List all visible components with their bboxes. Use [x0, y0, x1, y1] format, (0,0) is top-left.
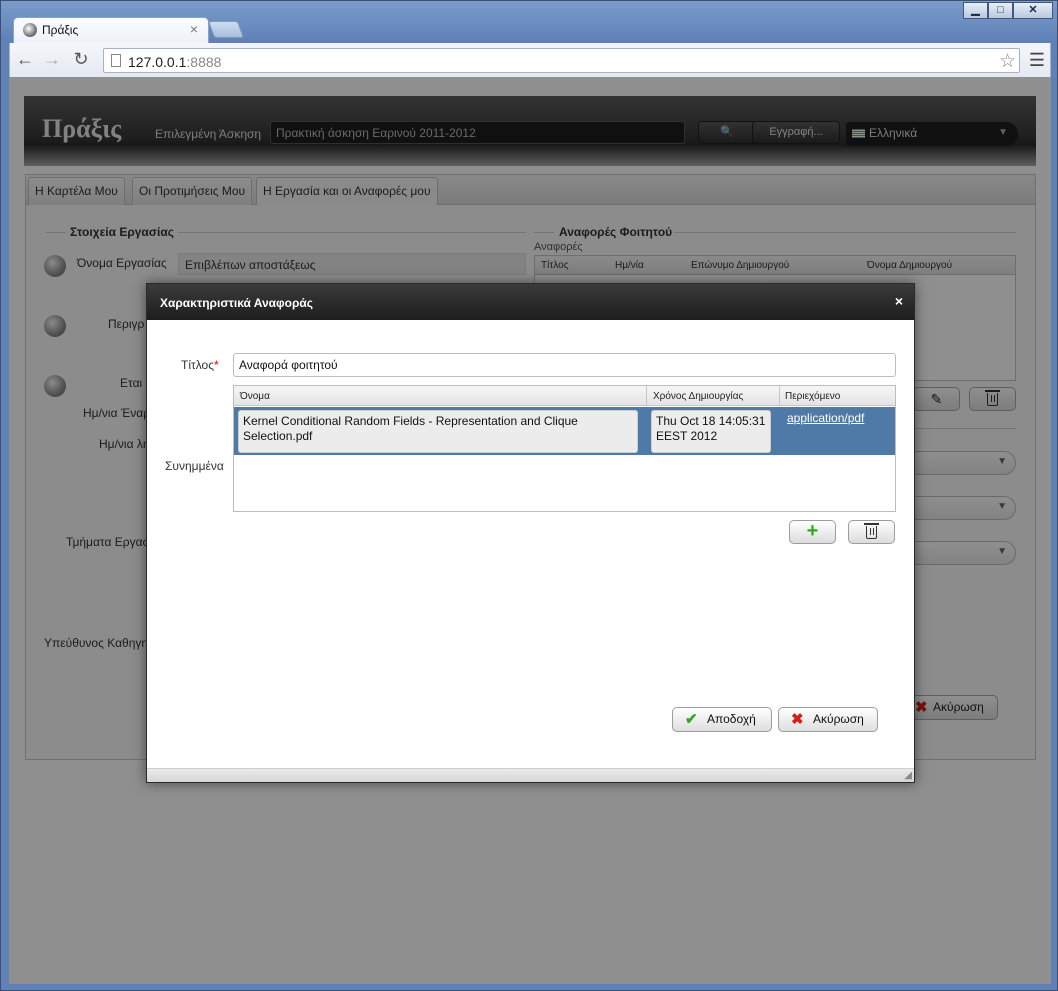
close-icon[interactable]: ×	[895, 293, 903, 309]
accept-label: Αποδοχή	[707, 712, 756, 726]
address-bar[interactable]: 127.0.0.1:8888 ☆	[103, 48, 1020, 73]
chrome-menu-icon[interactable]: ☰	[1029, 50, 1045, 71]
attachment-name-cell[interactable]: Kernel Conditional Random Fields - Repre…	[238, 410, 638, 453]
table-row[interactable]: Kernel Conditional Random Fields - Repre…	[234, 407, 895, 455]
delete-attachment-button[interactable]	[848, 520, 895, 544]
page-icon	[111, 54, 121, 67]
cancel-button[interactable]: ✖ Ακύρωση	[778, 707, 878, 732]
browser-toolbar: ← → ↻ 127.0.0.1:8888 ☆ ☰	[9, 43, 1051, 77]
browser-tab[interactable]: Πράξις ×	[13, 17, 209, 43]
browser-tab-title: Πράξις	[42, 23, 79, 37]
add-attachment-button[interactable]: +	[789, 520, 836, 544]
title-input[interactable]: Αναφορά φοιτητού	[233, 353, 896, 377]
favicon-icon	[23, 23, 37, 37]
attachment-content-link[interactable]: application/pdf	[787, 411, 864, 425]
checkmark-icon: ✔	[685, 711, 698, 728]
attachments-grid-header: Όνομα Χρόνος Δημιουργίας Περιεχόμενο	[234, 386, 895, 406]
column-header-content[interactable]: Περιεχόμενο	[785, 391, 840, 402]
browser-tabstrip: Πράξις × ▁ □ ✕	[1, 1, 1058, 43]
attachments-grid[interactable]: Όνομα Χρόνος Δημιουργίας Περιεχόμενο Ker…	[233, 385, 896, 512]
accept-button[interactable]: ✔ Αποδοχή	[672, 707, 772, 732]
report-properties-dialog: Χαρακτηριστικά Αναφοράς × Τίτλος* Αναφορ…	[146, 283, 915, 783]
bookmark-star-icon[interactable]: ☆	[999, 50, 1016, 73]
maximize-button[interactable]: □	[988, 2, 1013, 19]
cancel-x-icon: ✖	[791, 711, 804, 728]
attachment-created-cell[interactable]: Thu Oct 18 14:05:31 EEST 2012	[651, 410, 771, 453]
trash-icon	[864, 523, 879, 539]
dialog-titlebar[interactable]: Χαρακτηριστικά Αναφοράς ×	[147, 284, 914, 320]
reload-icon[interactable]: ↻	[70, 49, 92, 71]
title-label: Τίτλος*	[181, 358, 219, 372]
url-text: 127.0.0.1:8888	[128, 54, 222, 70]
browser-window: Πράξις × ▁ □ ✕ ← → ↻ 127.0.0.1:8888 ☆ ☰ …	[0, 0, 1058, 991]
forward-icon[interactable]: →	[41, 49, 63, 71]
dialog-title: Χαρακτηριστικά Αναφοράς	[160, 296, 313, 310]
cancel-label: Ακύρωση	[813, 712, 864, 726]
window-controls: ▁ □ ✕	[963, 2, 1053, 19]
column-header-created[interactable]: Χρόνος Δημιουργίας	[653, 391, 743, 402]
page-viewport: Πράξις Επιλεγμένη Άσκηση Πρακτική άσκηση…	[9, 77, 1051, 984]
plus-icon: +	[806, 520, 819, 542]
attachments-label: Συνημμένα	[165, 459, 224, 473]
back-icon[interactable]: ←	[14, 49, 36, 71]
minimize-button[interactable]: ▁	[963, 2, 988, 19]
close-window-button[interactable]: ✕	[1013, 2, 1053, 19]
resize-grip-icon[interactable]: ◢	[904, 770, 912, 781]
column-header-name[interactable]: Όνομα	[240, 391, 270, 402]
close-tab-icon[interactable]: ×	[190, 21, 198, 37]
required-mark: *	[214, 358, 219, 372]
dialog-footer: ◢	[147, 768, 914, 782]
new-tab-button[interactable]	[207, 21, 245, 38]
